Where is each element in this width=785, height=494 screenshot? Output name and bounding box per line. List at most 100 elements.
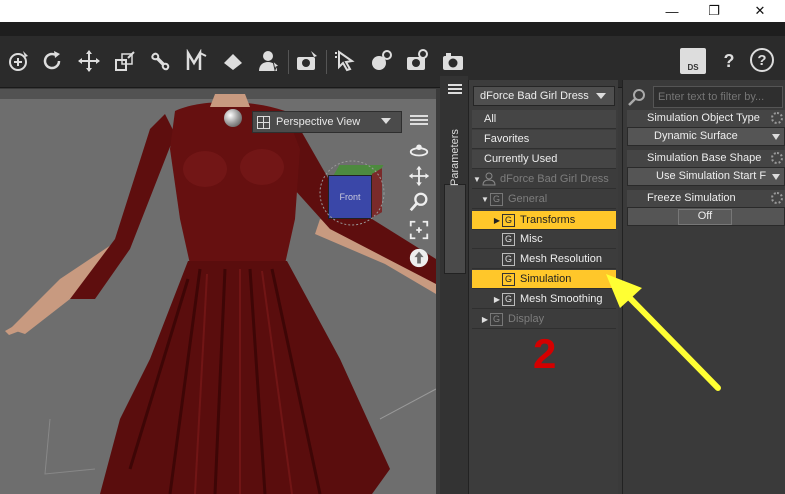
group-icon: G [502, 292, 515, 306]
minimize-button[interactable]: — [650, 0, 694, 22]
tree-item-label: dForce Bad Girl Dress [500, 173, 609, 185]
filter-input[interactable] [653, 86, 783, 108]
param-value: Dynamic Surface [654, 130, 738, 142]
draw-style-sphere-icon[interactable] [224, 109, 242, 127]
spot-render-icon[interactable] [440, 48, 466, 74]
scene-render [5, 94, 436, 494]
tab-parameters-label: Parameters [449, 129, 461, 186]
tree-item-label: All [484, 113, 497, 125]
maximize-button[interactable]: ❐ [692, 0, 736, 22]
tree-item-general[interactable]: ▼ G General [472, 190, 616, 209]
tree-item-label: Currently Used [484, 153, 558, 165]
figure-selection-icon[interactable] [256, 48, 282, 74]
annotation-step-number: 2 [533, 330, 557, 377]
tree-item-favorites[interactable]: Favorites [472, 130, 616, 149]
tree-item-label: General [508, 193, 548, 205]
tree-item-label: Transforms [520, 214, 576, 226]
param-label: Freeze Simulation [647, 192, 736, 204]
expand-arrow-icon[interactable]: ▼ [480, 195, 490, 204]
viewport-menu-icon[interactable] [410, 113, 428, 129]
tree-item-transforms[interactable]: ▶ G Transforms [472, 211, 616, 230]
tree-item-label: Mesh Smoothing [520, 293, 603, 305]
figure-icon [482, 172, 496, 186]
group-icon: G [490, 312, 503, 326]
chevron-down-icon [772, 134, 780, 140]
expand-arrow-icon[interactable]: ▶ [492, 295, 502, 304]
param-label: Simulation Base Shape [647, 152, 762, 164]
scale-tool-icon[interactable] [112, 48, 138, 74]
freeze-simulation-row: Off [627, 207, 785, 226]
tree-item-misc[interactable]: G Misc [472, 230, 616, 249]
tree-item-mesh-resolution[interactable]: G Mesh Resolution [472, 250, 616, 269]
reset-view-icon[interactable] [406, 245, 432, 271]
tree-item-mesh-smoothing[interactable]: ▶ G Mesh Smoothing [472, 290, 616, 309]
node-selection-icon[interactable] [332, 48, 358, 74]
group-icon: G [502, 252, 515, 266]
expand-arrow-icon[interactable]: ▶ [480, 315, 490, 324]
gear-icon[interactable] [771, 152, 783, 164]
toolbar-separator [288, 50, 289, 74]
tree-item-label: Simulation [520, 273, 572, 285]
pane-menu-icon[interactable] [448, 82, 462, 96]
view-select-label: Perspective View [276, 116, 361, 128]
simulation-object-type-dropdown[interactable]: Dynamic Surface [627, 127, 785, 146]
window-titlebar: — ❐ ✕ [0, 0, 785, 22]
help-icon[interactable]: ? [750, 48, 774, 72]
pan-camera-icon[interactable] [406, 163, 432, 189]
render-settings-icon[interactable] [368, 48, 394, 74]
param-value: Use Simulation Start F [656, 170, 767, 182]
chevron-down-icon [596, 93, 606, 99]
tree-item-all[interactable]: All [472, 110, 616, 129]
freeze-simulation-toggle[interactable]: Off [678, 209, 732, 225]
group-icon: G [490, 192, 503, 206]
whats-this-icon[interactable]: ? [716, 48, 742, 74]
daz-home-icon[interactable]: DS [680, 48, 706, 74]
tree-item-display[interactable]: ▶ G Display [472, 310, 616, 329]
render-icon[interactable] [404, 48, 430, 74]
tree-item-figure[interactable]: ▼ dForce Bad Girl Dress [472, 170, 616, 189]
param-label: Simulation Object Type [647, 112, 760, 124]
tree-item-label: Mesh Resolution [520, 253, 602, 265]
view-select-dropdown[interactable]: Perspective View [252, 111, 402, 133]
group-icon: G [502, 272, 515, 286]
joint-editor-icon[interactable] [148, 48, 174, 74]
parameters-tree-panel: dForce Bad Girl Dress All Favorites Curr… [468, 80, 618, 494]
group-icon: G [502, 232, 515, 246]
figure-select-label: dForce Bad Girl Dress [480, 90, 589, 102]
figure-select-dropdown[interactable]: dForce Bad Girl Dress [473, 86, 615, 106]
gear-icon[interactable] [771, 112, 783, 124]
tree-item-label: Display [508, 313, 545, 325]
viewport-layout-icon [257, 115, 270, 129]
annotation-arrow [606, 274, 721, 391]
simulation-base-shape-dropdown[interactable]: Use Simulation Start F [627, 167, 785, 186]
orbit-camera-icon[interactable] [406, 137, 432, 163]
tree-item-simulation[interactable]: G Simulation [472, 270, 616, 289]
camera-render-icon[interactable] [294, 48, 320, 74]
expand-arrow-icon[interactable]: ▶ [492, 216, 502, 225]
param-simulation-base-shape: Simulation Base Shape Use Simulation Sta… [627, 150, 785, 186]
param-freeze-simulation: Freeze Simulation Off [627, 190, 785, 226]
tree-item-currently-used[interactable]: Currently Used [472, 150, 616, 169]
translate-tool-icon[interactable] [76, 48, 102, 74]
search-icon [628, 89, 645, 106]
universal-tool-icon[interactable] [6, 48, 32, 74]
morph-icon[interactable] [184, 48, 210, 74]
tree-item-label: Favorites [484, 133, 530, 145]
chevron-down-icon [381, 118, 391, 124]
surface-selection-icon[interactable] [220, 48, 246, 74]
gear-icon[interactable] [771, 192, 783, 204]
close-button[interactable]: ✕ [738, 0, 782, 22]
tab-parameters[interactable] [444, 184, 466, 274]
menu-strip [0, 22, 785, 36]
group-icon: G [502, 213, 515, 227]
frame-selection-icon[interactable] [406, 217, 432, 243]
3d-viewport[interactable]: Perspective View Front [0, 89, 436, 494]
toolbar-separator [326, 50, 327, 74]
zoom-camera-icon[interactable] [406, 189, 432, 215]
expand-arrow-icon[interactable]: ▼ [472, 175, 482, 184]
rotate-tool-icon[interactable] [40, 48, 66, 74]
chevron-down-icon [772, 174, 780, 180]
tree-item-label: Misc [520, 233, 543, 245]
view-cube[interactable]: Front [319, 160, 385, 226]
param-simulation-object-type: Simulation Object Type Dynamic Surface [627, 110, 785, 146]
